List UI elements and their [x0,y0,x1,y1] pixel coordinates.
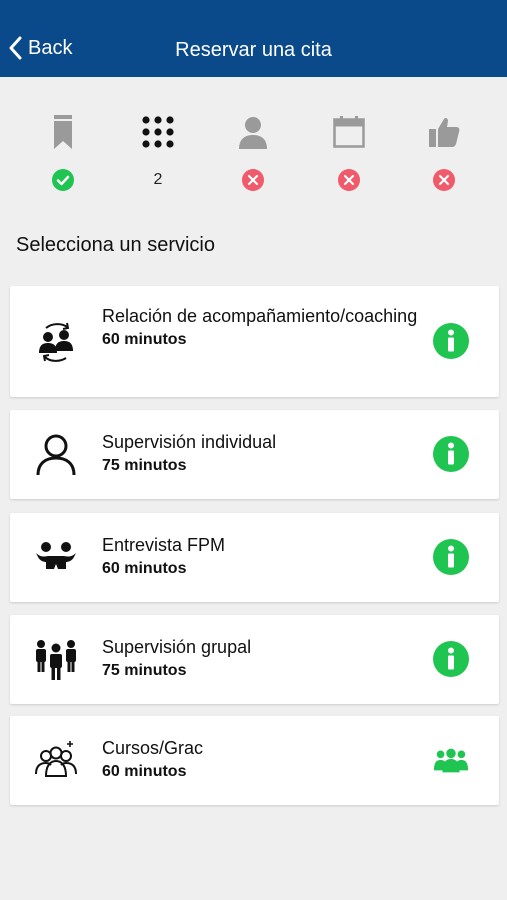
info-button[interactable] [433,539,469,575]
service-name: Entrevista FPM [102,535,226,555]
info-icon [433,539,469,575]
service-name: Supervisión grupal [102,637,252,657]
x-circle-icon [433,169,455,191]
step-number: 2 [153,171,163,188]
step-5[interactable] [414,112,474,197]
group-icon [433,748,469,773]
page-title: Reservar una cita [175,39,332,61]
service-duration: 60 minutos [102,331,187,348]
coaching-exchange-icon [39,322,73,362]
service-card-cursos[interactable]: Cursos/Grac 60 minutos [10,716,499,805]
info-button[interactable] [433,641,469,677]
service-card-entrevista[interactable]: Entrevista FPM 60 minutos [10,513,499,602]
service-duration: 60 minutos [102,560,187,577]
step-2[interactable]: 2 [128,112,188,197]
info-button[interactable] [433,323,469,359]
service-duration: 60 minutos [102,763,187,780]
info-icon [433,436,469,472]
group-button[interactable] [433,742,469,778]
bookmark-icon [54,115,72,149]
section-title: Selecciona un servicio [16,234,215,256]
x-circle-icon [338,169,360,191]
check-circle-icon [52,169,74,191]
x-circle-icon [242,169,264,191]
group-people-icon [36,640,76,680]
thumbs-up-icon [429,117,460,147]
step-3[interactable] [223,112,283,197]
service-duration: 75 minutos [102,662,187,679]
service-duration: 75 minutos [102,457,187,474]
service-name: Supervisión individual [102,432,277,452]
step-4[interactable] [319,112,379,197]
service-name: Cursos/Grac [102,738,204,758]
service-card-supervision-individual[interactable]: Supervisión individual 75 minutos [10,410,499,499]
service-name: Relación de acompañamiento/coaching [102,306,418,326]
booking-steps: 2 [0,112,507,197]
service-card-coaching[interactable]: Relación de acompañamiento/coaching 60 m… [10,286,499,397]
info-button[interactable] [433,436,469,472]
group-outline-icon [35,741,77,777]
info-icon [433,323,469,359]
header-bar: Back Reservar una cita [0,0,507,77]
info-icon [433,641,469,677]
person-outline-icon [36,434,76,476]
person-icon [239,117,267,149]
service-card-supervision-grupal[interactable]: Supervisión grupal 75 minutos [10,615,499,704]
grid-icon [142,116,174,148]
step-1[interactable] [33,112,93,197]
calendar-icon [333,116,365,148]
handshake-icon [36,542,76,569]
